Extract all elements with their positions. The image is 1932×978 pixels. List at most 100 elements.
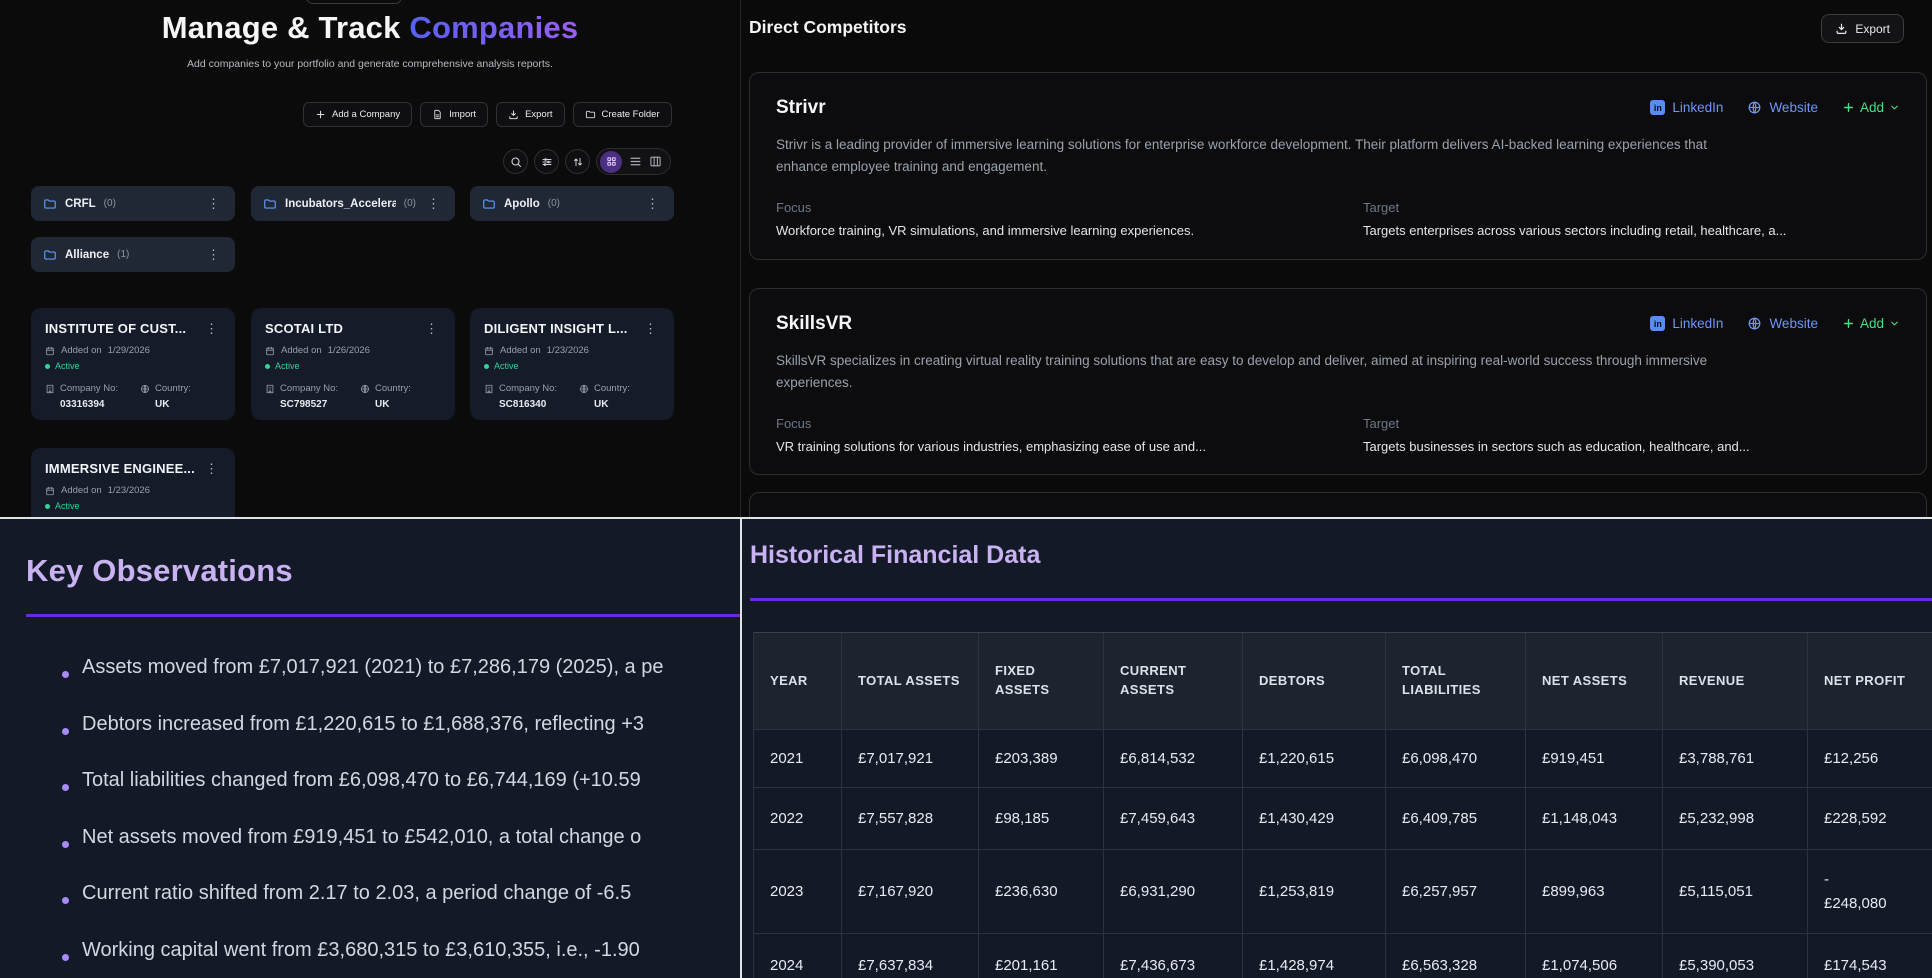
filter-button[interactable] <box>534 149 559 174</box>
folder-chip-apollo[interactable]: Apollo (0) ⋮ <box>470 186 674 221</box>
cell-net-assets: £919,451 <box>1526 730 1663 787</box>
focus-value: VR training solutions for various indust… <box>776 439 1363 454</box>
cell-total-assets: £7,167,920 <box>842 850 979 933</box>
column-header: DEBTORS <box>1243 633 1386 729</box>
competitors-export-button[interactable]: Export <box>1821 14 1904 43</box>
company-name: IMMERSIVE ENGINEE... <box>45 461 195 476</box>
sort-arrows-icon <box>572 156 584 168</box>
search-icon <box>510 156 522 168</box>
folder-chip-incubators[interactable]: Incubators_Accelerators (0) ⋮ <box>251 186 455 221</box>
linkedin-icon: in <box>1650 316 1665 331</box>
folder-icon <box>263 197 277 211</box>
company-menu-button[interactable]: ⋮ <box>641 320 660 337</box>
company-card[interactable]: DILIGENT INSIGHT L... ⋮ Added on 1/23/20… <box>470 308 674 420</box>
company-menu-button[interactable]: ⋮ <box>202 320 221 337</box>
company-added-on: Added on 1/26/2026 <box>265 345 441 356</box>
cell-net-assets: £1,074,506 <box>1526 934 1663 978</box>
cell-revenue: £5,232,998 <box>1663 788 1808 849</box>
calendar-icon <box>45 486 55 496</box>
folder-chip-crfl[interactable]: CRFL (0) ⋮ <box>31 186 235 221</box>
competitor-card-partial <box>749 492 1927 517</box>
target-value: Targets enterprises across various secto… <box>1363 223 1900 238</box>
cell-total-assets: £7,637,834 <box>842 934 979 978</box>
company-info: Company No: SC798527 Country: UK <box>265 383 441 410</box>
folder-count: (0) <box>404 198 416 209</box>
folder-menu-button[interactable]: ⋮ <box>643 195 662 212</box>
linkedin-link[interactable]: inLinkedIn <box>1650 316 1723 331</box>
company-menu-button[interactable]: ⋮ <box>422 320 441 337</box>
company-date: 1/26/2026 <box>328 345 370 356</box>
financials-table: YEAR TOTAL ASSETS FIXED ASSETS CURRENT A… <box>753 632 1932 978</box>
competitor-description: Strivr is a leading provider of immersiv… <box>776 134 1731 179</box>
import-button[interactable]: Import <box>420 102 488 127</box>
company-number: SC798527 <box>280 399 360 410</box>
add-company-button[interactable]: Add a Company <box>303 102 412 127</box>
financials-title: Historical Financial Data <box>750 541 1040 570</box>
chevron-down-icon <box>1889 102 1900 113</box>
folder-menu-button[interactable]: ⋮ <box>204 246 223 263</box>
historical-financials-panel: Historical Financial Data YEAR TOTAL ASS… <box>740 517 1932 978</box>
focus-target-grid: Focus Workforce training, VR simulations… <box>776 200 1900 238</box>
search-button[interactable] <box>503 149 528 174</box>
cell-year: 2021 <box>754 730 842 787</box>
column-header: CURRENT ASSETS <box>1104 633 1243 729</box>
company-name: SCOTAI LTD <box>265 321 343 336</box>
globe-icon <box>360 384 370 394</box>
cell-revenue: £5,115,051 <box>1663 850 1808 933</box>
create-folder-button[interactable]: Create Folder <box>573 102 672 127</box>
company-country: UK <box>155 399 221 410</box>
cell-net-profit: £12,256 <box>1808 730 1932 787</box>
cell-year: 2023 <box>754 850 842 933</box>
cell-current-assets: £7,459,643 <box>1104 788 1243 849</box>
competitor-card-skillsvr: SkillsVR inLinkedIn Website Add SkillsVR… <box>749 288 1927 475</box>
competitor-name: SkillsVR <box>776 313 852 335</box>
company-added-on: Added on 1/29/2026 <box>45 345 221 356</box>
import-label: Import <box>449 109 476 120</box>
list-view-icon[interactable] <box>629 155 642 168</box>
company-added-on: Added on 1/23/2026 <box>45 485 221 496</box>
cell-revenue: £3,788,761 <box>1663 730 1808 787</box>
add-competitor-button[interactable]: Add <box>1842 100 1900 115</box>
grid-view-button[interactable] <box>600 151 622 173</box>
bullet-icon <box>62 728 69 735</box>
folder-menu-button[interactable]: ⋮ <box>204 195 223 212</box>
grid-icon <box>606 156 617 167</box>
bullet-icon <box>62 897 69 904</box>
linkedin-link[interactable]: inLinkedIn <box>1650 100 1723 115</box>
folder-icon <box>585 109 596 120</box>
competitors-title: Direct Competitors <box>749 17 907 38</box>
clipped-element-edge <box>306 0 402 4</box>
dashboard: Manage & Track Companies Add companies t… <box>0 0 1932 978</box>
observation-item: Working capital went from £3,680,315 to … <box>82 939 740 965</box>
cell-fixed-assets: £236,630 <box>979 850 1104 933</box>
target-label: Target <box>1363 416 1900 431</box>
company-menu-button[interactable]: ⋮ <box>202 460 221 477</box>
observation-item: Total liabilities changed from £6,098,47… <box>82 769 740 795</box>
company-name: INSTITUTE OF CUST... <box>45 321 186 336</box>
company-info: Company No: SC816340 Country: UK <box>484 383 660 410</box>
status-badge: Active <box>45 361 221 371</box>
company-card[interactable]: IMMERSIVE ENGINEE... ⋮ Added on 1/23/202… <box>31 448 235 517</box>
sort-button[interactable] <box>565 149 590 174</box>
column-header: NET ASSETS <box>1526 633 1663 729</box>
website-link[interactable]: Website <box>1747 100 1818 115</box>
observation-item: Current ratio shifted from 2.17 to 2.03,… <box>82 882 740 908</box>
list-toolbar <box>503 148 671 175</box>
folder-count: (0) <box>104 198 116 209</box>
company-card[interactable]: INSTITUTE OF CUST... ⋮ Added on 1/29/202… <box>31 308 235 420</box>
bullet-icon <box>62 671 69 678</box>
column-header: TOTAL ASSETS <box>842 633 979 729</box>
cell-total-assets: £7,017,921 <box>842 730 979 787</box>
cell-fixed-assets: £201,161 <box>979 934 1104 978</box>
plus-icon <box>315 109 326 120</box>
cell-total-liabilities: £6,257,957 <box>1386 850 1526 933</box>
company-country: UK <box>375 399 441 410</box>
company-card[interactable]: SCOTAI LTD ⋮ Added on 1/26/2026 Active C… <box>251 308 455 420</box>
add-competitor-button[interactable]: Add <box>1842 316 1900 331</box>
website-link[interactable]: Website <box>1747 316 1818 331</box>
export-button[interactable]: Export <box>496 102 564 127</box>
kanban-view-icon[interactable] <box>649 155 662 168</box>
folder-chip-alliance[interactable]: Alliance (1) ⋮ <box>31 237 235 272</box>
cell-debtors: £1,428,974 <box>1243 934 1386 978</box>
folder-menu-button[interactable]: ⋮ <box>424 195 443 212</box>
